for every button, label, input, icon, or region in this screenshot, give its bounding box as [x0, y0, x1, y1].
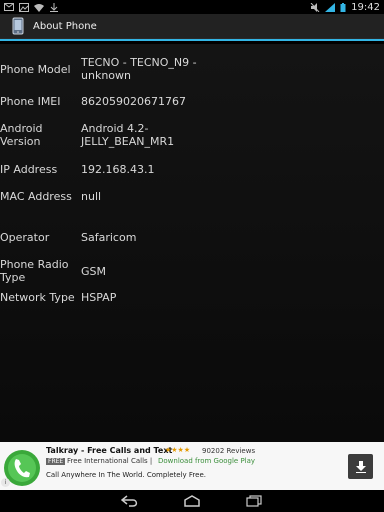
ad-google-play-link[interactable]: Download from Google Play — [158, 457, 255, 465]
signal-icon — [325, 2, 336, 12]
action-bar: About Phone — [0, 14, 384, 39]
row-phone-model: Phone Model TECNO - TECNO_N9 - unknown — [0, 56, 384, 82]
back-icon[interactable] — [120, 493, 140, 509]
status-left — [4, 2, 59, 12]
recents-icon[interactable] — [244, 493, 264, 509]
row-value: null — [81, 190, 102, 203]
row-mac-address: MAC Address null — [0, 190, 384, 203]
phone-icon[interactable] — [12, 17, 24, 35]
row-label: Android Version — [0, 122, 43, 148]
download-icon — [49, 2, 59, 12]
mail-icon — [4, 2, 14, 12]
ad-subtitle: Free International Calls | — [67, 457, 153, 465]
battery-icon — [340, 2, 346, 12]
mute-icon — [310, 2, 320, 12]
navigation-bar — [0, 490, 384, 512]
info-icon[interactable]: i — [1, 478, 10, 487]
image-icon — [19, 2, 29, 12]
ad-title[interactable]: Talkray - Free Calls and Text — [46, 446, 172, 455]
row-network-type: Network Type HSPAP — [0, 291, 384, 304]
row-label: IP Address — [0, 163, 58, 176]
about-phone-list: Phone Model TECNO - TECNO_N9 - unknown P… — [0, 44, 384, 442]
row-value: 862059020671767 — [81, 95, 186, 108]
row-phone-imei: Phone IMEI 862059020671767 — [0, 95, 384, 108]
row-ip-address: IP Address 192.168.43.1 — [0, 163, 384, 176]
row-value: HSPAP — [81, 291, 117, 304]
status-bar: 19:42 — [0, 0, 384, 14]
row-value: TECNO - TECNO_N9 - unknown — [81, 56, 197, 82]
row-phone-radio-type: Phone Radio Type GSM — [0, 258, 384, 284]
row-android-version: Android Version Android 4.2-JELLY_BEAN_M… — [0, 122, 384, 148]
row-operator: Operator Safaricom — [0, 231, 384, 244]
row-value: GSM — [81, 264, 106, 278]
ad-free-badge: FREE — [46, 458, 66, 465]
row-label: MAC Address — [0, 190, 72, 203]
action-bar-divider — [0, 39, 384, 41]
download-arrow-icon[interactable] — [348, 454, 373, 479]
ad-description: Call Anywhere In The World. Completely F… — [46, 471, 206, 479]
row-label: Operator — [0, 231, 50, 244]
ad-reviews: 90202 Reviews — [202, 447, 256, 455]
row-label: Phone Radio Type — [0, 258, 69, 284]
status-right: 19:42 — [310, 2, 380, 13]
ad-rating-stars: ★★★★ — [165, 446, 191, 454]
row-value: 192.168.43.1 — [81, 163, 155, 176]
clock: 19:42 — [351, 1, 380, 13]
row-label: Network Type — [0, 291, 75, 304]
page-title: About Phone — [33, 20, 97, 32]
wifi-icon — [34, 3, 44, 12]
row-label: Phone IMEI — [0, 95, 61, 108]
row-label: Phone Model — [0, 62, 71, 76]
row-value: Safaricom — [81, 231, 137, 244]
row-value: Android 4.2-JELLY_BEAN_MR1 — [81, 122, 175, 148]
home-icon[interactable] — [182, 493, 202, 509]
